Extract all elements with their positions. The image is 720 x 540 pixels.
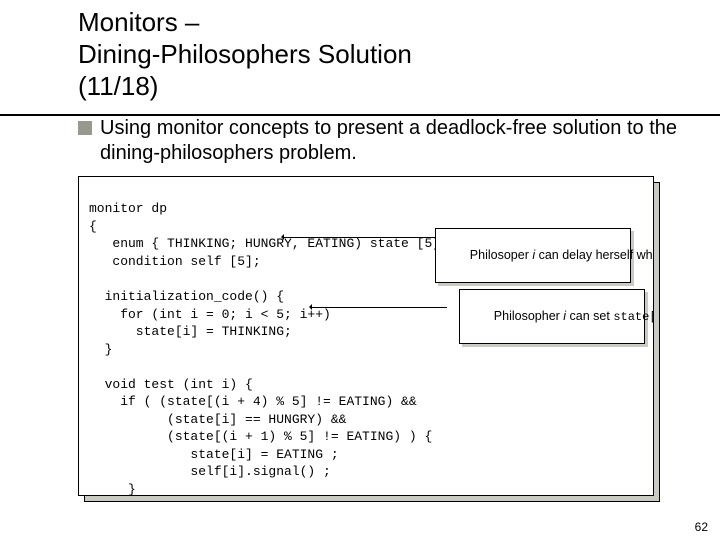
title-line1: Monitors – — [78, 8, 680, 38]
code-box: monitor dp { enum { THINKING; HUNGRY, EA… — [78, 176, 654, 496]
code-block: monitor dp { enum { THINKING; HUNGRY, EA… — [78, 176, 680, 496]
arrow-icon — [311, 307, 447, 308]
bullet: Using monitor concepts to present a dead… — [78, 116, 680, 166]
annotation-eating: Philosopher i can set state[i]=eating on… — [459, 289, 645, 344]
bullet-icon — [78, 121, 92, 135]
code-text: monitor dp { enum { THINKING; HUNGRY, EA… — [89, 201, 456, 495]
divider — [0, 114, 720, 116]
bullet-text: Using monitor concepts to present a dead… — [100, 116, 680, 166]
title-line3: (11/18) — [78, 72, 680, 102]
annotation-delay: Philosoper i can delay herself when she … — [435, 228, 631, 283]
page-number: 62 — [695, 520, 708, 534]
title-line2: Dining-Philosophers Solution — [78, 40, 680, 70]
page-title: Monitors – Dining-Philosophers Solution … — [78, 8, 680, 102]
arrow-icon — [283, 237, 435, 238]
